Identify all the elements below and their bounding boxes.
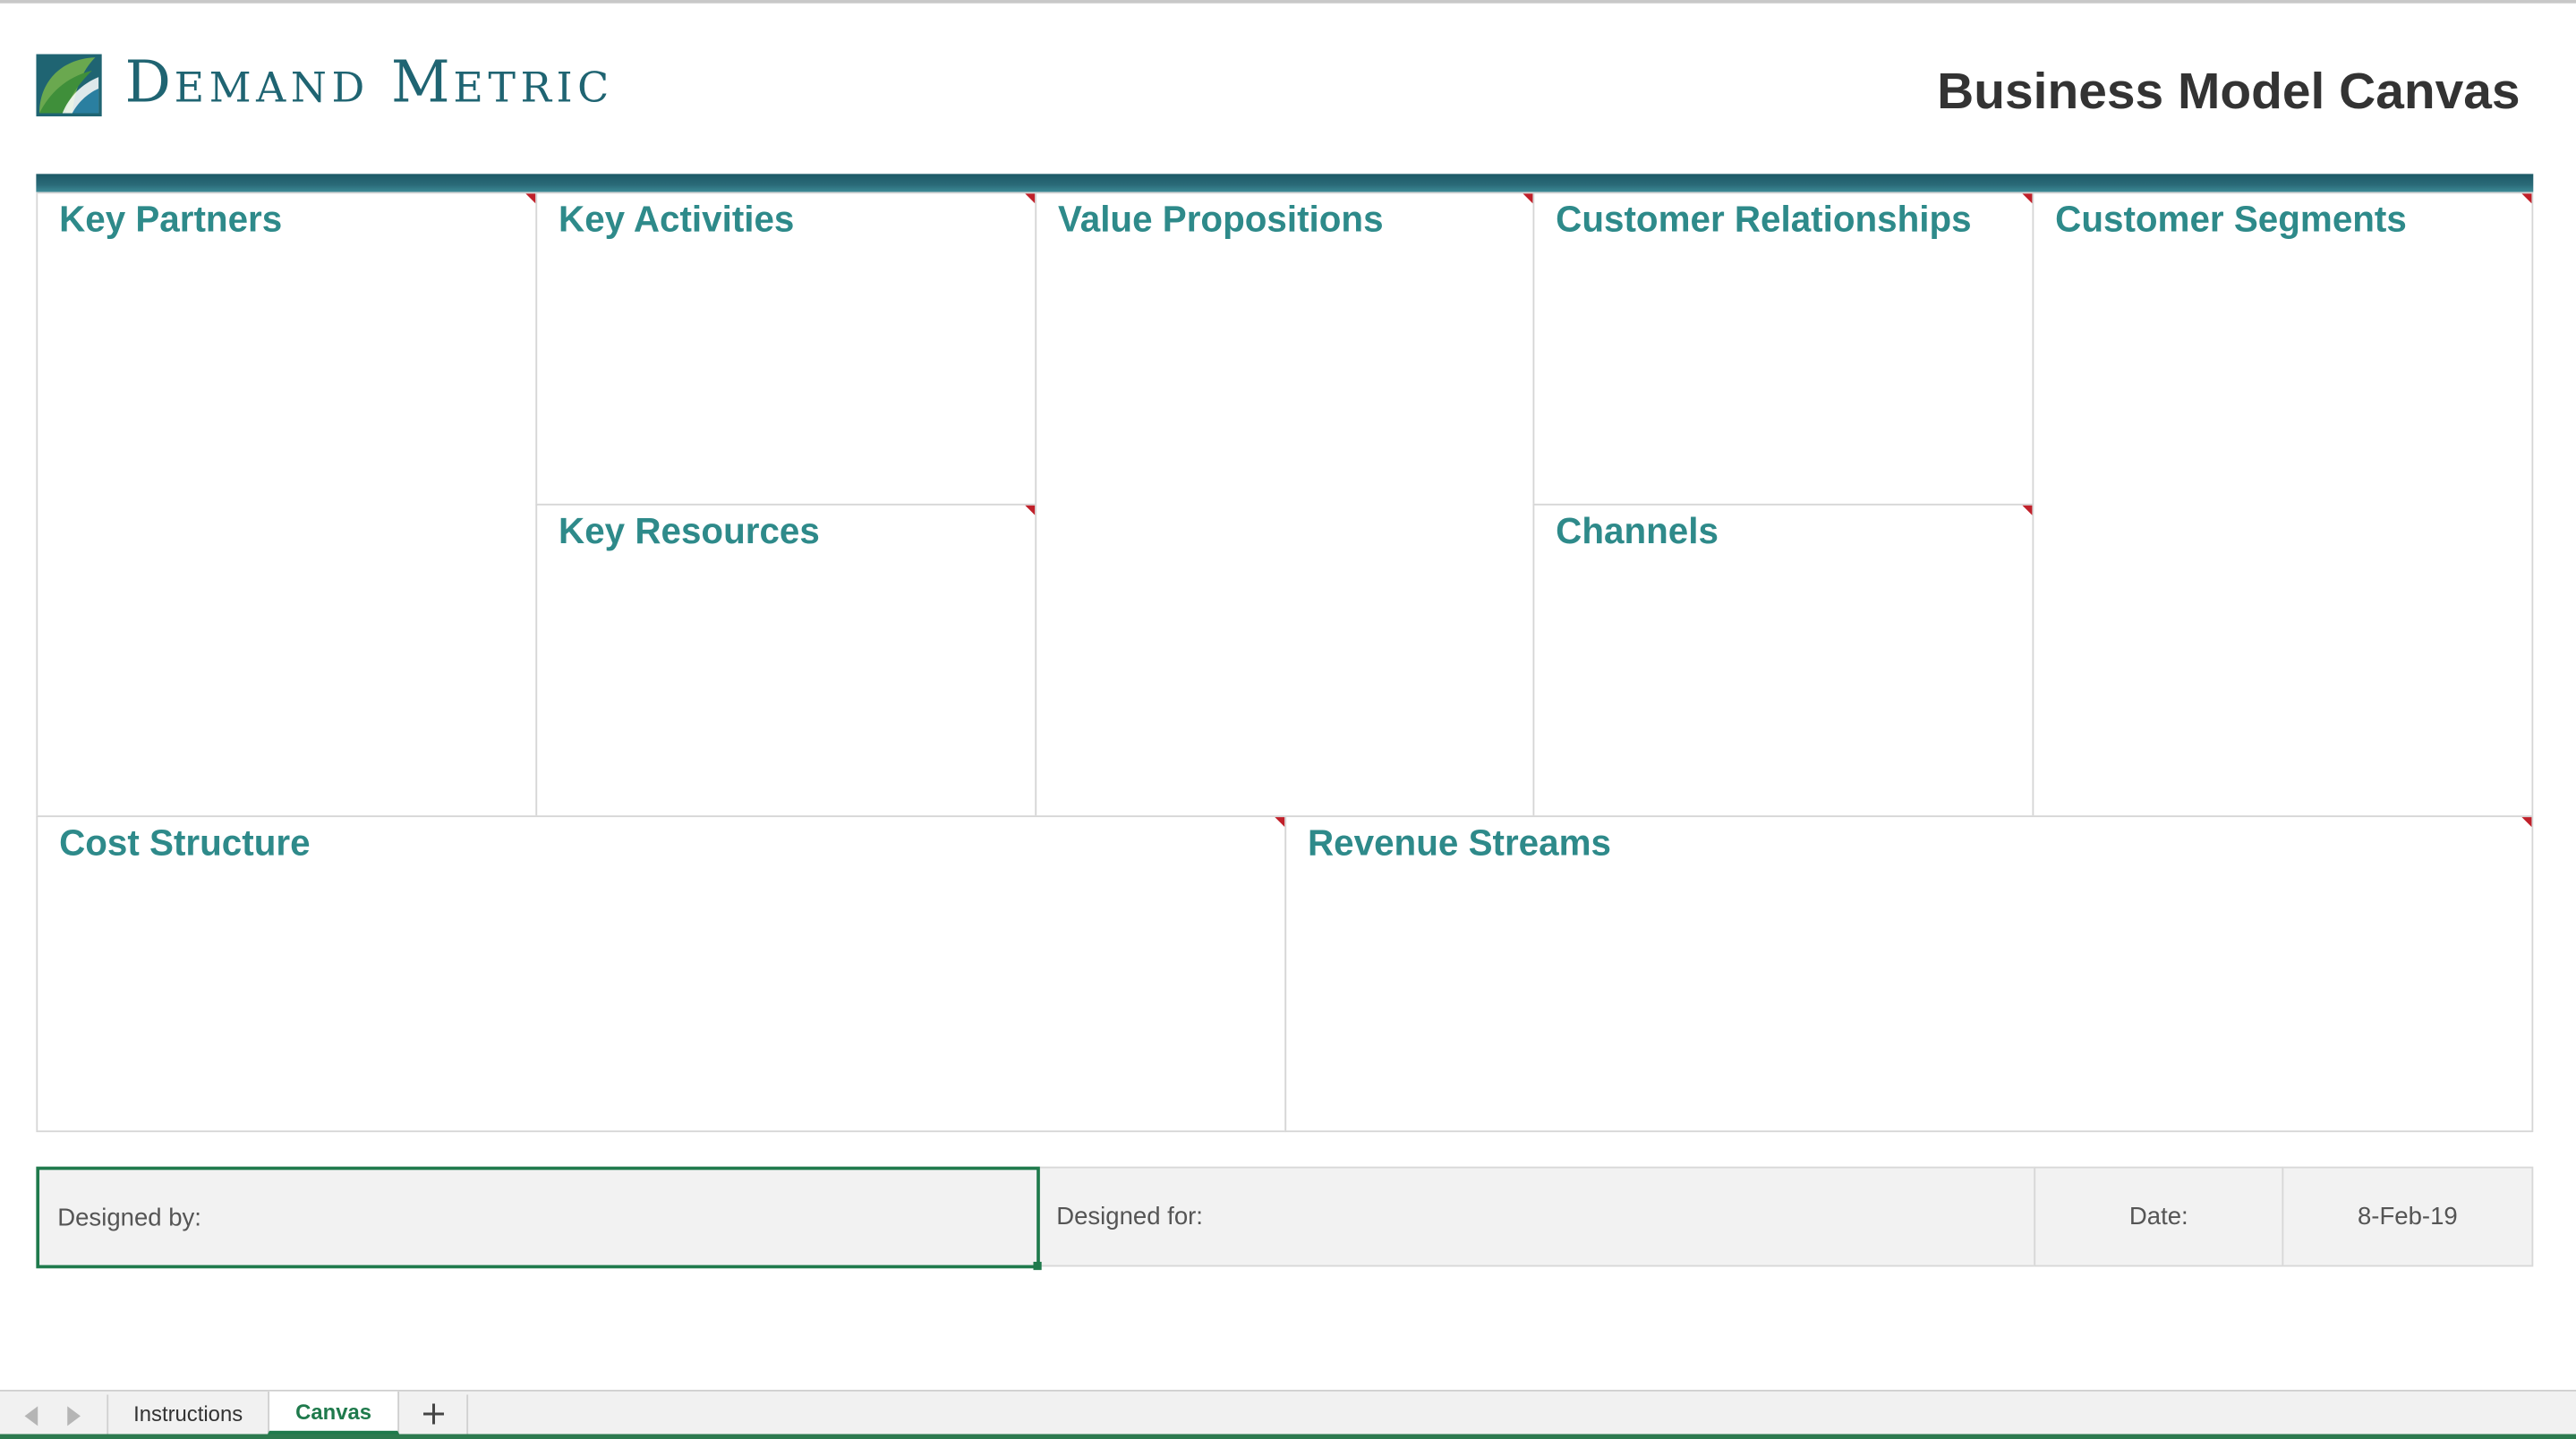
- customer-segments-label: Customer Segments: [2055, 198, 2407, 240]
- comment-indicator-icon[interactable]: [525, 193, 536, 204]
- canvas-header-bar: [36, 174, 2534, 192]
- brand-wordmark: DEMAND METRIC: [124, 52, 613, 119]
- key-partners-cell[interactable]: Key Partners: [36, 192, 538, 818]
- tab-instructions[interactable]: Instructions: [108, 1392, 268, 1435]
- designed-for-cell[interactable]: Designed for:: [1038, 1166, 2036, 1267]
- brand-rest-1: EMAND: [174, 63, 370, 111]
- channels-cell[interactable]: Channels: [1532, 503, 2034, 818]
- window-bottom-accent: [0, 1434, 2576, 1439]
- revenue-streams-label: Revenue Streams: [1308, 822, 1611, 864]
- cost-structure-label: Cost Structure: [59, 822, 311, 864]
- date-label-cell[interactable]: Date:: [2034, 1166, 2284, 1267]
- designed-for-label: Designed for:: [1056, 1202, 1203, 1231]
- comment-indicator-icon[interactable]: [2022, 193, 2033, 204]
- brand-initial-2: M: [390, 49, 454, 116]
- brand-rest-2: ETRIC: [453, 63, 614, 111]
- value-propositions-label: Value Propositions: [1058, 198, 1384, 240]
- comment-indicator-icon[interactable]: [2022, 505, 2033, 515]
- page-title: Business Model Canvas: [1937, 62, 2521, 120]
- comment-indicator-icon[interactable]: [2521, 817, 2532, 828]
- revenue-streams-cell[interactable]: Revenue Streams: [1284, 815, 2534, 1133]
- demand-metric-leaf-icon: [36, 54, 102, 117]
- comment-indicator-icon[interactable]: [1025, 193, 1036, 204]
- triangle-right-icon[interactable]: [67, 1406, 81, 1426]
- cost-structure-cell[interactable]: Cost Structure: [36, 815, 1287, 1133]
- designed-by-label: Designed by:: [57, 1203, 201, 1232]
- comment-indicator-icon[interactable]: [1275, 817, 1285, 828]
- comment-indicator-icon[interactable]: [1523, 193, 1533, 204]
- key-resources-cell[interactable]: Key Resources: [535, 503, 1037, 818]
- sheet-tab-bar: Instructions Canvas +: [0, 1389, 2576, 1439]
- channels-label: Channels: [1556, 510, 1719, 552]
- brand-logo: DEMAND METRIC: [36, 52, 613, 119]
- key-partners-label: Key Partners: [59, 198, 283, 240]
- key-activities-label: Key Activities: [559, 198, 795, 240]
- key-resources-label: Key Resources: [559, 510, 820, 552]
- date-label: Date:: [2128, 1202, 2188, 1231]
- comment-indicator-icon[interactable]: [1025, 505, 1036, 515]
- key-activities-cell[interactable]: Key Activities: [535, 192, 1037, 506]
- customer-segments-cell[interactable]: Customer Segments: [2032, 192, 2534, 818]
- fill-handle[interactable]: [1033, 1261, 1042, 1271]
- comment-indicator-icon[interactable]: [2521, 193, 2532, 204]
- tab-canvas[interactable]: Canvas: [268, 1391, 400, 1435]
- date-value-cell[interactable]: 8-Feb-19: [2282, 1166, 2534, 1267]
- customer-relationships-cell[interactable]: Customer Relationships: [1532, 192, 2034, 506]
- top-border: [0, 0, 2576, 4]
- date-value: 8-Feb-19: [2357, 1202, 2458, 1231]
- plus-icon[interactable]: +: [413, 1392, 456, 1435]
- customer-relationships-label: Customer Relationships: [1556, 198, 1972, 240]
- triangle-left-icon[interactable]: [24, 1406, 38, 1426]
- tab-divider: [466, 1394, 469, 1435]
- spreadsheet-sheet: DEMAND METRIC Business Model Canvas Key …: [0, 0, 2576, 1439]
- brand-initial-1: D: [124, 49, 175, 116]
- value-propositions-cell[interactable]: Value Propositions: [1035, 192, 1535, 818]
- designed-by-cell[interactable]: Designed by:: [36, 1166, 1040, 1269]
